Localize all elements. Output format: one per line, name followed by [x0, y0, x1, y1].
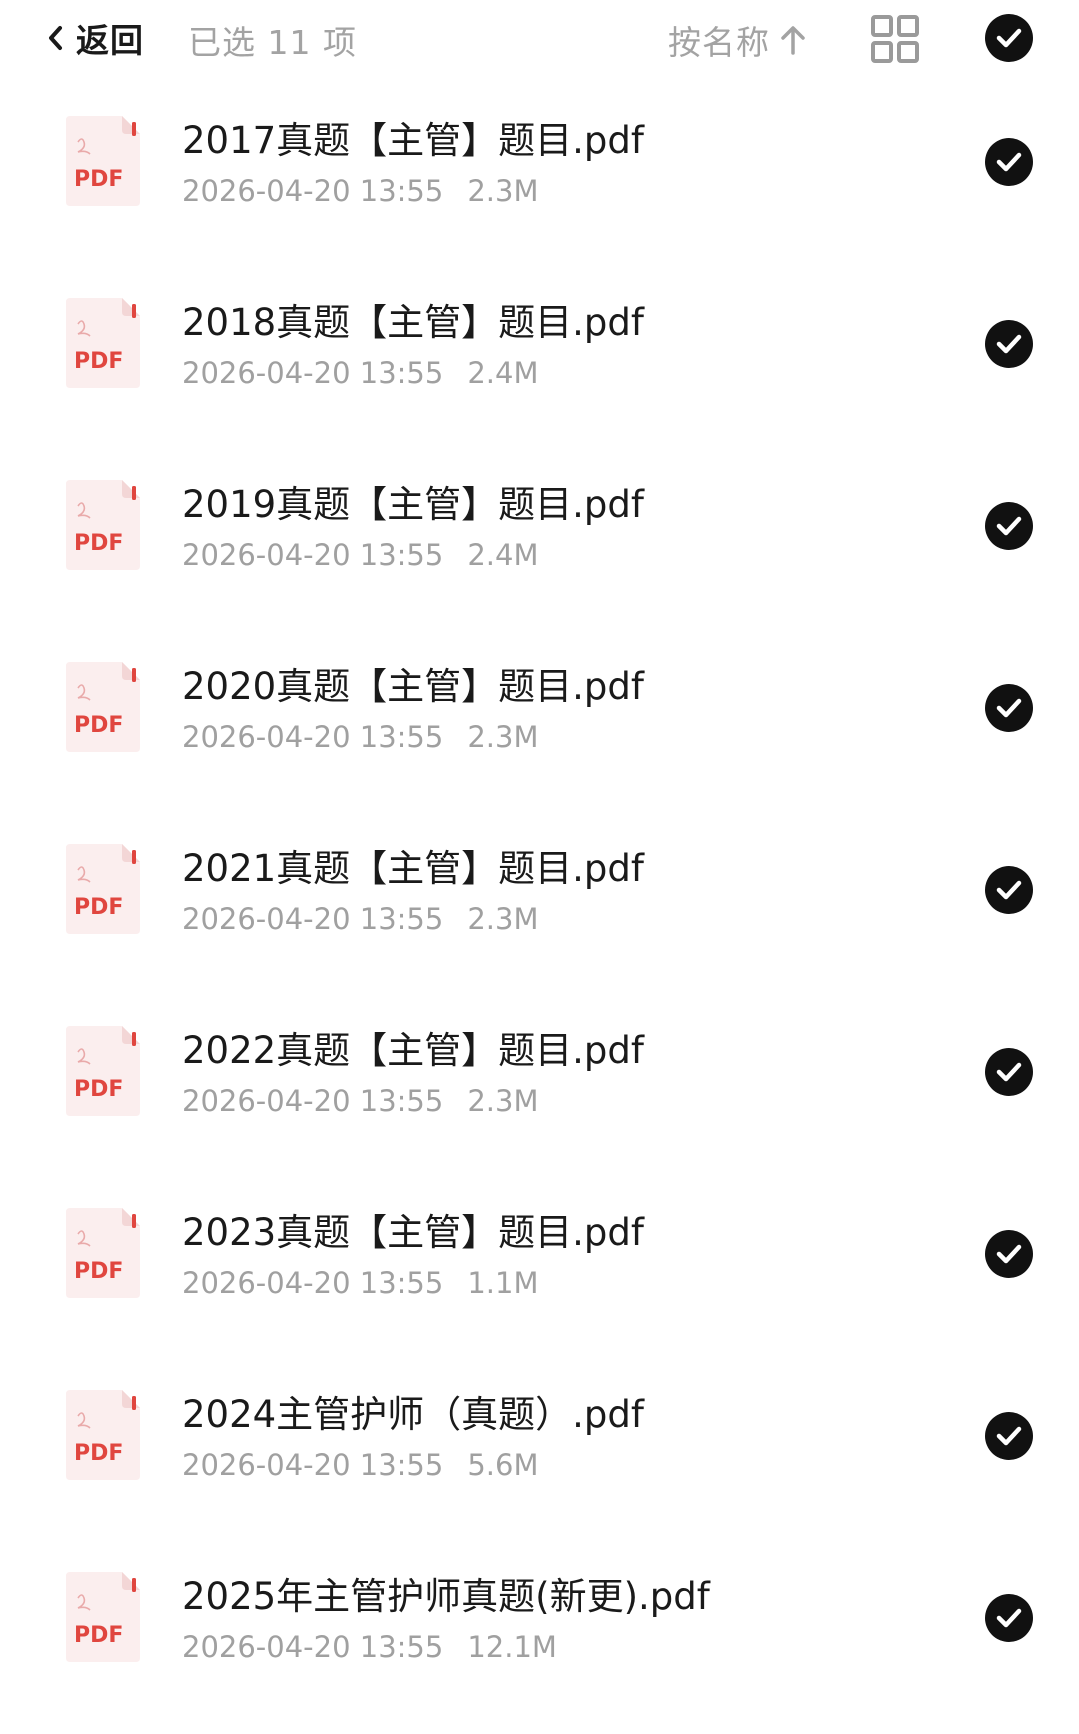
check-circle-icon — [985, 138, 1033, 186]
file-meta: 2026-04-20 13:55 12.1M — [182, 1630, 557, 1664]
file-size: 1.1M — [467, 1266, 539, 1300]
file-date: 2026-04-20 13:55 — [182, 538, 444, 572]
file-date: 2026-04-20 13:55 — [182, 1448, 444, 1482]
file-date: 2026-04-20 13:55 — [182, 1266, 444, 1300]
file-date: 2026-04-20 13:55 — [182, 174, 444, 208]
file-row[interactable]: PDF 2022真题【主管】题目.pdf 2026-04-20 13:55 2.3… — [0, 1006, 1079, 1188]
row-checkbox[interactable] — [985, 1230, 1033, 1278]
file-meta: 2026-04-20 13:55 2.4M — [182, 356, 538, 390]
pdf-file-icon: PDF — [64, 1572, 140, 1662]
check-circle-icon — [985, 1230, 1033, 1278]
file-name: 2020真题【主管】题目.pdf — [182, 665, 644, 708]
file-date: 2026-04-20 13:55 — [182, 1630, 444, 1664]
file-size: 5.6M — [467, 1448, 539, 1482]
file-name: 2025年主管护师真题(新更).pdf — [182, 1575, 710, 1618]
file-date: 2026-04-20 13:55 — [182, 1084, 444, 1118]
row-checkbox[interactable] — [985, 1594, 1033, 1642]
selected-count: 已选 11 项 — [188, 23, 357, 62]
file-row[interactable]: PDF 2018真题【主管】题目.pdf 2026-04-20 13:55 2.4… — [0, 278, 1079, 460]
sort-button[interactable]: 按名称 — [668, 16, 808, 64]
file-size: 2.3M — [467, 174, 539, 208]
row-checkbox[interactable] — [985, 320, 1033, 368]
file-list: PDF 2017真题【主管】题目.pdf 2026-04-20 13:55 2.3… — [0, 96, 1079, 1734]
check-circle-icon — [985, 502, 1033, 550]
file-meta: 2026-04-20 13:55 2.3M — [182, 1084, 538, 1118]
file-meta: 2026-04-20 13:55 5.6M — [182, 1448, 538, 1482]
svg-text:PDF: PDF — [74, 1077, 123, 1102]
pdf-file-icon: PDF — [64, 116, 140, 206]
file-name: 2023真题【主管】题目.pdf — [182, 1211, 644, 1254]
svg-text:PDF: PDF — [74, 1623, 123, 1648]
svg-text:PDF: PDF — [74, 1441, 123, 1466]
pdf-file-icon: PDF — [64, 662, 140, 752]
check-circle-icon — [985, 684, 1033, 732]
file-row[interactable]: PDF 2020真题【主管】题目.pdf 2026-04-20 13:55 2.3… — [0, 642, 1079, 824]
row-checkbox[interactable] — [985, 138, 1033, 186]
svg-text:PDF: PDF — [74, 167, 123, 192]
file-name: 2019真题【主管】题目.pdf — [182, 483, 644, 526]
file-name: 2022真题【主管】题目.pdf — [182, 1029, 644, 1072]
top-bar: 返回 已选 11 项 按名称 — [0, 0, 1079, 78]
grid-view-icon — [870, 15, 920, 68]
file-size: 2.4M — [467, 538, 539, 572]
pdf-file-icon: PDF — [64, 1026, 140, 1116]
file-date: 2026-04-20 13:55 — [182, 720, 444, 754]
file-meta: 2026-04-20 13:55 2.4M — [182, 538, 538, 572]
check-circle-icon — [985, 1594, 1033, 1642]
file-date: 2026-04-20 13:55 — [182, 902, 444, 936]
check-circle-icon — [985, 320, 1033, 368]
file-row[interactable]: PDF 2017真题【主管】题目.pdf 2026-04-20 13:55 2.3… — [0, 96, 1079, 278]
svg-text:PDF: PDF — [74, 713, 123, 738]
file-size: 2.3M — [467, 720, 539, 754]
arrow-up-icon — [778, 22, 808, 58]
file-row[interactable]: PDF 2021真题【主管】题目.pdf 2026-04-20 13:55 2.3… — [0, 824, 1079, 1006]
svg-text:PDF: PDF — [74, 895, 123, 920]
pdf-file-icon: PDF — [64, 1208, 140, 1298]
file-row[interactable]: PDF 2019真题【主管】题目.pdf 2026-04-20 13:55 2.4… — [0, 460, 1079, 642]
file-size: 12.1M — [467, 1630, 557, 1664]
chevron-left-icon — [42, 20, 68, 56]
file-row[interactable]: PDF 2025年主管护师真题(新更).pdf 2026-04-20 13:55… — [0, 1552, 1079, 1734]
file-date: 2026-04-20 13:55 — [182, 356, 444, 390]
file-row[interactable]: PDF 2024主管护师（真题）.pdf 2026-04-20 13:55 5.6… — [0, 1370, 1079, 1552]
file-meta: 2026-04-20 13:55 1.1M — [182, 1266, 538, 1300]
row-checkbox[interactable] — [985, 1412, 1033, 1460]
file-name: 2021真题【主管】题目.pdf — [182, 847, 644, 890]
pdf-file-icon: PDF — [64, 298, 140, 388]
check-circle-icon — [985, 866, 1033, 914]
file-row[interactable]: PDF 2023真题【主管】题目.pdf 2026-04-20 13:55 1.1… — [0, 1188, 1079, 1370]
pdf-file-icon: PDF — [64, 844, 140, 934]
back-button[interactable]: 返回 — [42, 14, 144, 62]
pdf-file-icon: PDF — [64, 480, 140, 570]
row-checkbox[interactable] — [985, 502, 1033, 550]
pdf-file-icon: PDF — [64, 1390, 140, 1480]
svg-text:PDF: PDF — [74, 531, 123, 556]
file-name: 2024主管护师（真题）.pdf — [182, 1393, 644, 1436]
file-size: 2.4M — [467, 356, 539, 390]
file-meta: 2026-04-20 13:55 2.3M — [182, 174, 538, 208]
row-checkbox[interactable] — [985, 684, 1033, 732]
svg-text:PDF: PDF — [74, 349, 123, 374]
file-size: 2.3M — [467, 902, 539, 936]
file-name: 2018真题【主管】题目.pdf — [182, 301, 644, 344]
check-circle-icon — [985, 14, 1033, 62]
row-checkbox[interactable] — [985, 1048, 1033, 1096]
check-circle-icon — [985, 1412, 1033, 1460]
check-circle-icon — [985, 1048, 1033, 1096]
svg-text:PDF: PDF — [74, 1259, 123, 1284]
row-checkbox[interactable] — [985, 866, 1033, 914]
file-meta: 2026-04-20 13:55 2.3M — [182, 720, 538, 754]
select-all-checkbox[interactable] — [985, 14, 1033, 62]
sort-label: 按名称 — [668, 23, 770, 62]
file-name: 2017真题【主管】题目.pdf — [182, 119, 644, 162]
back-label: 返回 — [76, 21, 144, 60]
file-size: 2.3M — [467, 1084, 539, 1118]
file-meta: 2026-04-20 13:55 2.3M — [182, 902, 538, 936]
grid-view-button[interactable] — [870, 14, 920, 64]
